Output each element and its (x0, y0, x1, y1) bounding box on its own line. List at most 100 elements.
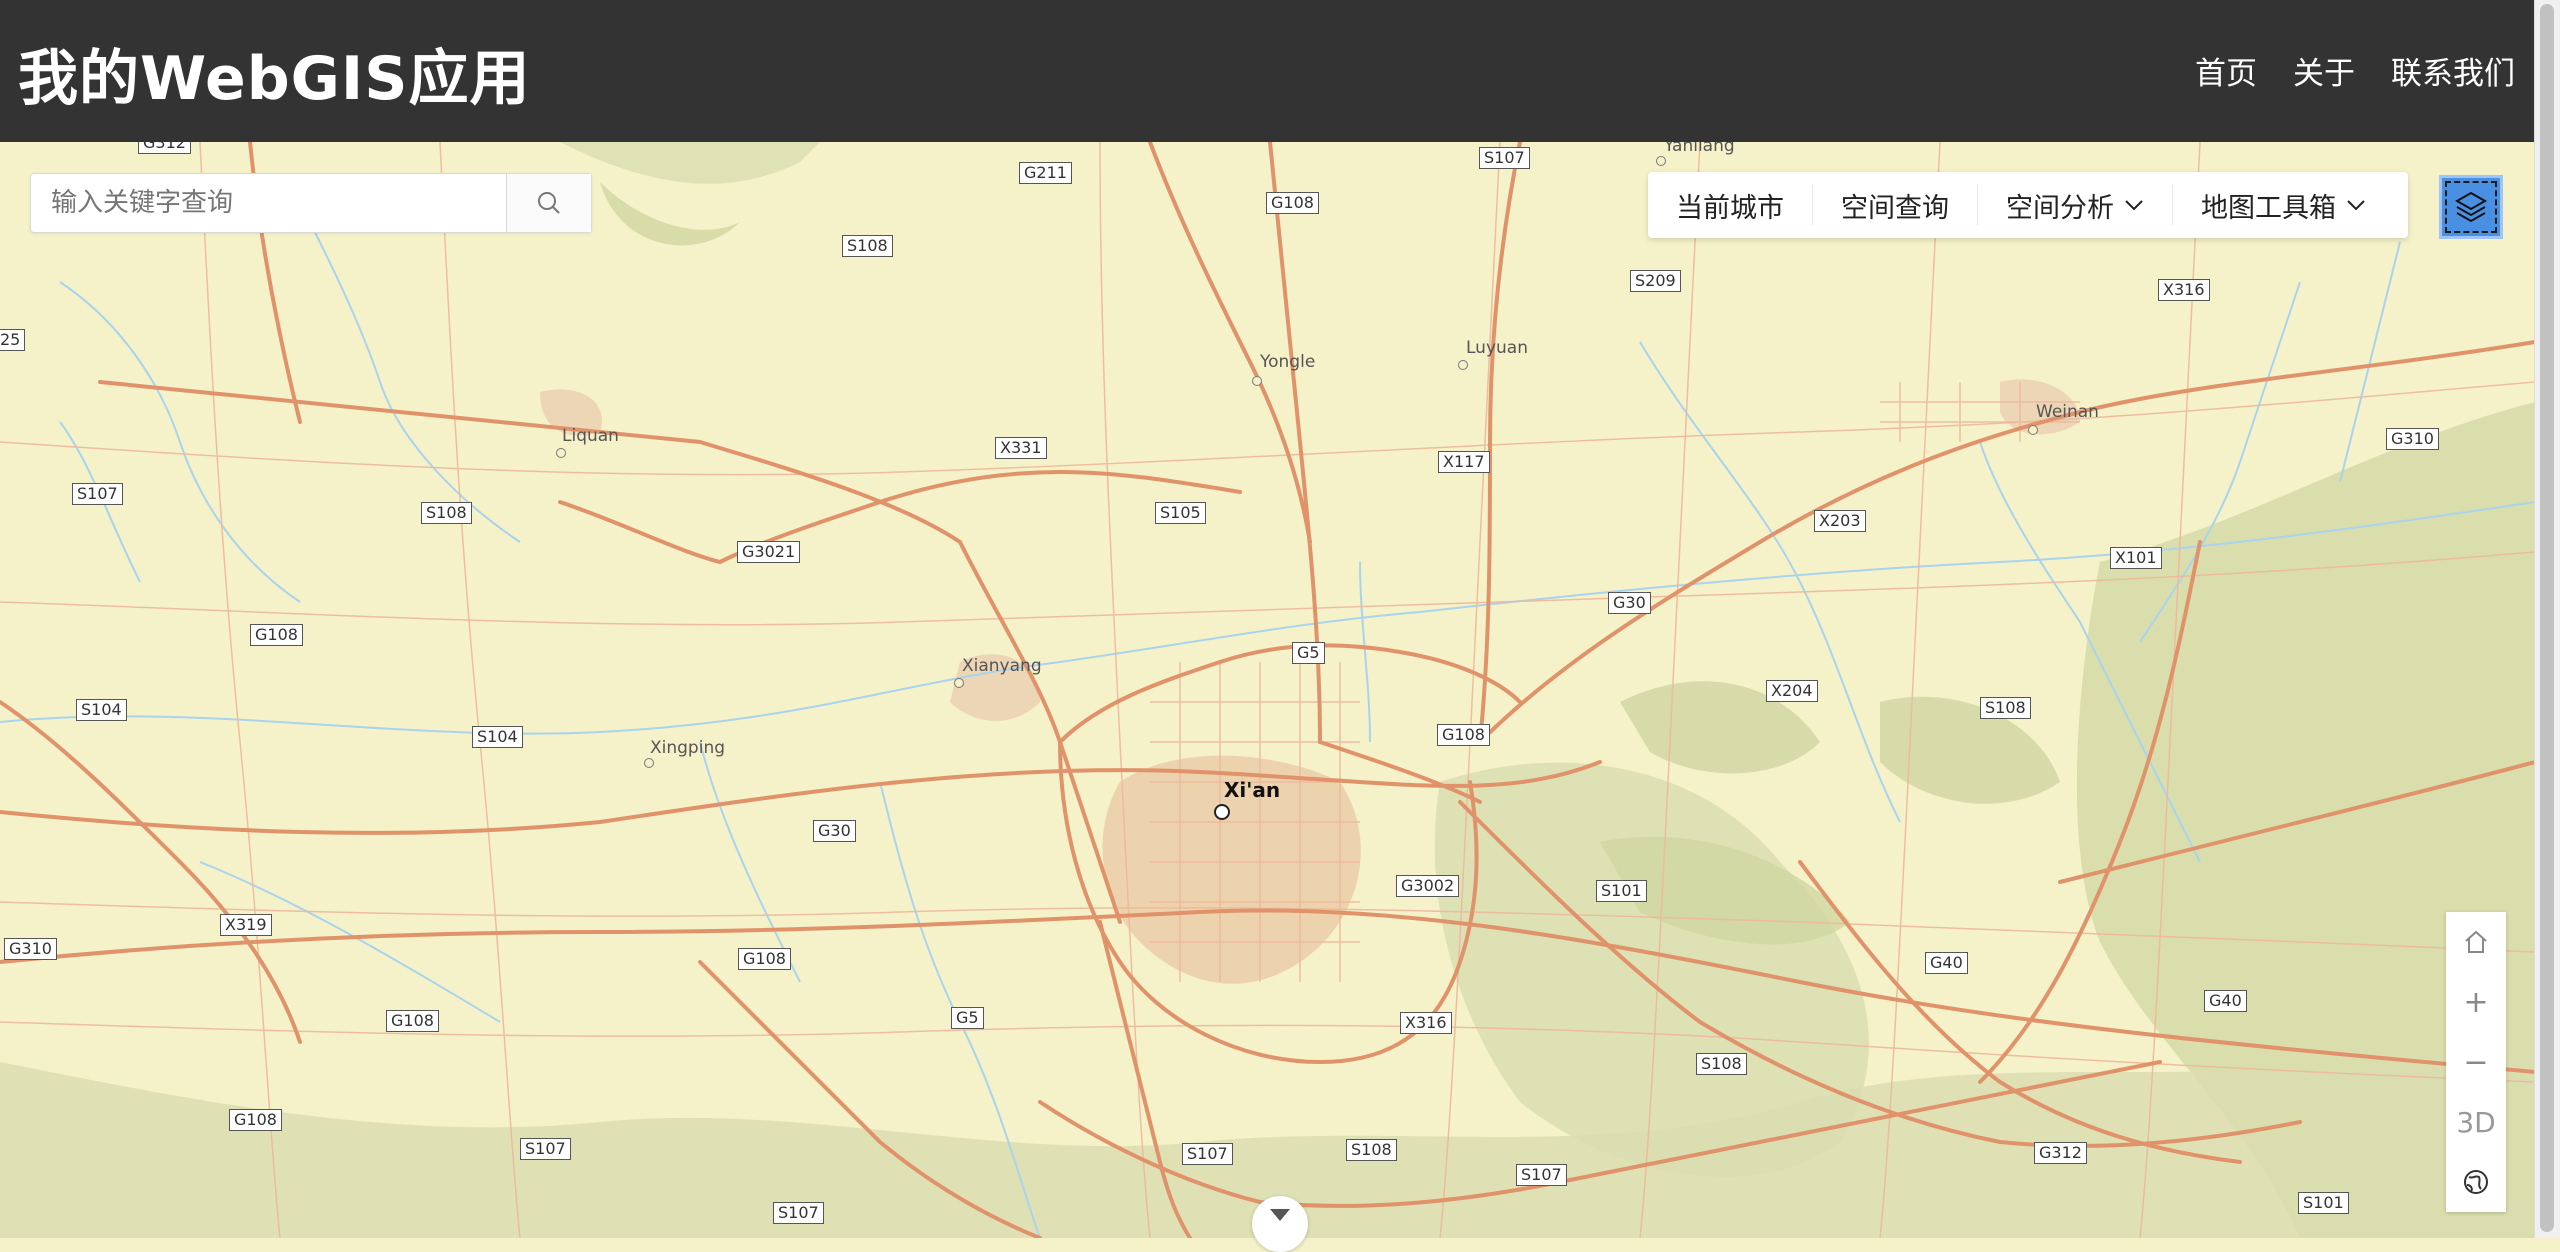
road-label: G108 (229, 1109, 282, 1131)
app-title: 我的WebGIS应用 (18, 44, 531, 114)
road-label: G312 (138, 142, 191, 154)
road-label: G108 (1437, 724, 1490, 746)
road-label: S104 (76, 699, 127, 721)
road-label: G30 (1608, 592, 1651, 614)
road-label: G211 (1019, 162, 1072, 184)
road-label: G108 (250, 624, 303, 646)
road-label: G108 (738, 948, 791, 970)
road-label: S105 (1155, 502, 1206, 524)
road-label: X316 (1400, 1012, 1452, 1034)
road-label: S101 (2298, 1192, 2349, 1214)
tool-spatial-analysis[interactable]: 空间分析 (1978, 185, 2173, 225)
tool-map-toolbox[interactable]: 地图工具箱 (2173, 185, 2394, 225)
road-label: X319 (220, 914, 272, 936)
road-label: X316 (2158, 279, 2210, 301)
road-label: S108 (1346, 1139, 1397, 1161)
road-label: G5 (1292, 642, 1325, 664)
zoom-out-icon: − (2463, 1044, 2489, 1080)
road-label: S107 (72, 483, 123, 505)
zoom-in-icon: + (2463, 984, 2489, 1020)
road-label: S107 (520, 1138, 571, 1160)
tool-label: 空间查询 (1841, 192, 1949, 224)
chevron-down-icon (2347, 200, 2365, 211)
road-label: X204 (1766, 680, 1818, 702)
nav-home[interactable]: 首页 (2195, 48, 2257, 93)
town-label: Yanliang (1664, 142, 1735, 156)
search-button[interactable] (506, 174, 591, 232)
road-label: S108 (842, 235, 893, 257)
map-basemap (0, 142, 2535, 1238)
tool-label: 地图工具箱 (2201, 192, 2336, 224)
globe-button[interactable] (2446, 1152, 2506, 1212)
road-label: X203 (1814, 510, 1866, 532)
nav-contact[interactable]: 联系我们 (2391, 48, 2515, 93)
road-label: S101 (1596, 880, 1647, 902)
globe-icon (2464, 1170, 2488, 1194)
road-label: S107 (773, 1202, 824, 1224)
road-label: X117 (1438, 451, 1490, 473)
road-label: 25 (0, 329, 26, 351)
tool-current-city[interactable]: 当前城市 (1648, 185, 1813, 225)
road-label: G310 (2386, 428, 2439, 450)
scrollbar-thumb[interactable] (2540, 4, 2554, 1232)
town-dot (1252, 376, 1262, 386)
road-label: X331 (995, 437, 1047, 459)
road-label: S209 (1630, 270, 1681, 292)
road-label: G30 (813, 820, 856, 842)
town-label: Xingping (650, 738, 726, 758)
town-label: Yongle (1260, 352, 1316, 372)
road-label: S108 (1696, 1053, 1747, 1075)
road-label: S107 (1182, 1143, 1233, 1165)
page-scrollbar[interactable] (2534, 0, 2560, 1238)
road-label: S107 (1516, 1164, 1567, 1186)
home-icon (2465, 930, 2487, 953)
map-toolbar: 当前城市 空间查询 空间分析 地图工具箱 (1648, 172, 2408, 238)
map-controls: + − 3D (2446, 912, 2506, 1212)
home-button[interactable] (2446, 912, 2506, 972)
collapse-panel-button[interactable] (1252, 1196, 1308, 1252)
app-header: 我的WebGIS应用 首页 关于 联系我们 (0, 0, 2535, 142)
tool-label: 空间分析 (2006, 192, 2114, 224)
search-input[interactable] (31, 174, 506, 232)
road-label: S104 (472, 726, 523, 748)
town-dot (1458, 360, 1468, 370)
road-label: S108 (1980, 697, 2031, 719)
road-label: G108 (386, 1010, 439, 1032)
3d-toggle-button[interactable]: 3D (2446, 1092, 2506, 1152)
road-label: G3002 (1396, 875, 1460, 897)
layers-icon (2454, 191, 2488, 223)
top-nav: 首页 关于 联系我们 (2195, 48, 2515, 93)
town-label: Xianyang (962, 656, 1042, 676)
chevron-down-icon (1270, 1209, 1290, 1221)
3d-label: 3D (2456, 1105, 2496, 1139)
chevron-down-icon (2125, 200, 2143, 211)
road-label: G310 (4, 938, 57, 960)
road-label: G40 (1925, 952, 1968, 974)
nav-about[interactable]: 关于 (2293, 48, 2355, 93)
town-label: Luyuan (1466, 338, 1528, 358)
road-label: X101 (2110, 547, 2162, 569)
town-dot (556, 448, 566, 458)
road-label: G3021 (737, 541, 801, 563)
tool-label: 当前城市 (1676, 192, 1784, 224)
road-label: G5 (951, 1007, 984, 1029)
town-label: Weinan (2036, 402, 2099, 422)
zoom-out-button[interactable]: − (2446, 1032, 2506, 1092)
road-label: G40 (2204, 990, 2247, 1012)
city-label: Xi'an (1224, 778, 1281, 802)
road-label: S108 (421, 502, 472, 524)
map-canvas[interactable]: G312 G211 S107 G108 S108 S209 X316 25 X3… (0, 142, 2535, 1238)
town-dot (1656, 156, 1666, 166)
search-icon (538, 192, 560, 214)
town-dot (2028, 425, 2038, 435)
layer-button-frame (2445, 181, 2497, 233)
zoom-in-button[interactable]: + (2446, 972, 2506, 1032)
town-label: Liquan (562, 426, 619, 446)
tool-spatial-query[interactable]: 空间查询 (1813, 185, 1978, 225)
road-label: S107 (1479, 147, 1530, 169)
layer-switch-button[interactable] (2439, 175, 2503, 239)
town-dot (644, 758, 654, 768)
search-box (30, 173, 592, 233)
town-dot (954, 678, 964, 688)
road-label: G108 (1266, 192, 1319, 214)
